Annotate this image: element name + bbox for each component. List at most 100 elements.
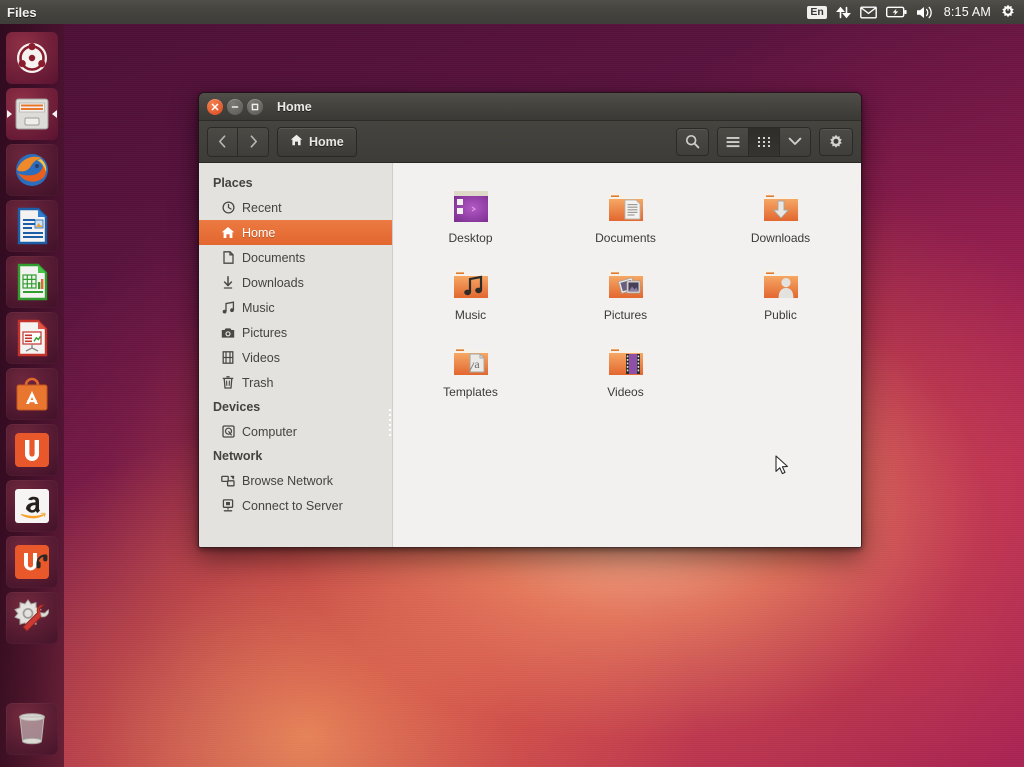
file-item-pictures[interactable]: Pictures (548, 254, 703, 331)
file-item-label: Videos (607, 385, 643, 399)
maximize-icon[interactable] (247, 99, 263, 115)
server-connect-icon (221, 499, 235, 513)
panel-app-title[interactable]: Files (7, 5, 37, 20)
launcher-item-files[interactable] (6, 88, 58, 140)
file-item-label: Public (764, 308, 797, 322)
sidebar-item-home[interactable]: Home (199, 220, 392, 245)
sidebar-item-pictures[interactable]: Pictures (199, 320, 392, 345)
back-arrow-icon[interactable] (208, 128, 238, 156)
navigation-buttons (207, 127, 269, 157)
sidebar-item-connect-to-server[interactable]: Connect to Server (199, 493, 392, 518)
sidebar-item-label: Computer (242, 425, 297, 439)
sidebar-group-title: Places (199, 171, 392, 195)
network-browse-icon (221, 474, 235, 488)
launcher-item-trash[interactable] (6, 703, 58, 755)
downloads-folder-icon (757, 179, 805, 227)
battery-charging-icon[interactable] (886, 6, 907, 18)
launcher-item-ubuntu-one-music[interactable] (6, 536, 58, 588)
ubuntu-logo-icon (11, 37, 53, 79)
sidebar-item-label: Browse Network (242, 474, 333, 488)
sidebar-item-downloads[interactable]: Downloads (199, 270, 392, 295)
sidebar-item-label: Downloads (242, 276, 304, 290)
launcher-item-ubuntu-one[interactable] (6, 424, 58, 476)
sidebar-item-label: Trash (242, 376, 274, 390)
list-view-icon[interactable] (718, 128, 749, 156)
file-manager-window: Home Home (198, 92, 862, 548)
launcher-item-amazon[interactable] (6, 480, 58, 532)
window-titlebar[interactable]: Home (199, 93, 861, 121)
sidebar-item-videos[interactable]: Videos (199, 345, 392, 370)
file-item-label: Pictures (604, 308, 647, 322)
computer-disk-icon (221, 425, 235, 439)
home-icon (290, 134, 303, 149)
gear-power-icon[interactable] (1000, 4, 1016, 20)
breadcrumb-home[interactable]: Home (277, 127, 357, 157)
clock[interactable]: 8:15 AM (944, 5, 991, 19)
gear-wrench-icon (11, 597, 53, 639)
sidebar-item-music[interactable]: Music (199, 295, 392, 320)
minimize-icon[interactable] (227, 99, 243, 115)
public-folder-icon (757, 256, 805, 304)
templates-folder-icon: a (447, 333, 495, 381)
sidebar-item-label: Videos (242, 351, 280, 365)
gear-icon[interactable] (819, 128, 853, 156)
chevron-down-icon[interactable] (780, 128, 810, 156)
sidebar-item-trash[interactable]: Trash (199, 370, 392, 395)
envelope-icon[interactable] (860, 6, 877, 19)
launcher-item-software-center[interactable] (6, 368, 58, 420)
sidebar-item-browse-network[interactable]: Browse Network (199, 468, 392, 493)
sidebar-item-recent[interactable]: Recent (199, 195, 392, 220)
file-item-label: Music (455, 308, 486, 322)
file-item-label: Desktop (448, 231, 492, 245)
network-updown-icon[interactable] (836, 5, 851, 20)
sidebar-item-label: Recent (242, 201, 282, 215)
search-icon[interactable] (676, 128, 709, 156)
file-item-documents[interactable]: Documents (548, 177, 703, 254)
firefox-icon (11, 149, 53, 191)
grid-view-icon[interactable] (749, 128, 780, 156)
launcher-item-libreoffice-calc[interactable] (6, 256, 58, 308)
amazon-icon (11, 485, 53, 527)
pictures-folder-icon (602, 256, 650, 304)
trash-icon (221, 376, 235, 390)
videos-folder-icon (602, 333, 650, 381)
shopping-bag-a-icon (11, 373, 53, 415)
file-item-videos[interactable]: Videos (548, 331, 703, 408)
file-item-public[interactable]: Public (703, 254, 858, 331)
file-row: a Templates (393, 331, 861, 408)
download-arrow-icon (221, 276, 235, 290)
file-item-label: Documents (595, 231, 656, 245)
sidebar-item-documents[interactable]: Documents (199, 245, 392, 270)
sidebar-item-label: Music (242, 301, 275, 315)
launcher-item-ubuntu-dash[interactable] (6, 32, 58, 84)
file-item-downloads[interactable]: Downloads (703, 177, 858, 254)
camera-icon (221, 326, 235, 340)
launcher-item-libreoffice-impress[interactable] (6, 312, 58, 364)
launcher-item-system-settings[interactable] (6, 592, 58, 644)
keyboard-layout-indicator[interactable]: En (807, 6, 826, 19)
forward-arrow-icon[interactable] (238, 128, 268, 156)
sidebar-item-computer[interactable]: Computer (199, 419, 392, 444)
focused-indicator-right (52, 110, 57, 118)
document-writer-icon (11, 205, 53, 247)
file-item-desktop[interactable]: Desktop (393, 177, 548, 254)
close-icon[interactable] (207, 99, 223, 115)
file-item-templates[interactable]: a Templates (393, 331, 548, 408)
launcher-item-libreoffice-writer[interactable] (6, 200, 58, 252)
film-icon (221, 351, 235, 365)
music-note-icon (221, 301, 235, 315)
launcher-item-firefox[interactable] (6, 144, 58, 196)
file-cabinet-icon (11, 93, 53, 135)
desktop-folder-icon (447, 179, 495, 227)
file-item-music[interactable]: Music (393, 254, 548, 331)
speaker-volume-icon[interactable] (916, 5, 935, 20)
sidebar-item-label: Documents (242, 251, 305, 265)
top-panel: Files En (0, 0, 1024, 24)
sidebar-resize-handle[interactable] (389, 409, 392, 439)
documents-folder-icon (602, 179, 650, 227)
file-item-label: Downloads (751, 231, 810, 245)
file-icon-view[interactable]: Desktop (393, 163, 861, 548)
window-title: Home (277, 100, 312, 114)
view-mode-group (717, 127, 811, 157)
document-icon (221, 251, 235, 265)
